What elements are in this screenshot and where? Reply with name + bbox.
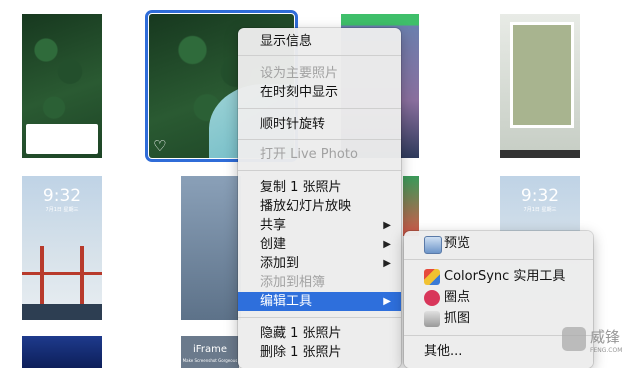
photo-thumbnail[interactable]	[22, 336, 102, 368]
submenu-arrow-icon: ▶	[383, 296, 391, 307]
submenu-arrow-icon: ▶	[383, 220, 391, 231]
submenu-item-preview[interactable]: 预览	[404, 234, 593, 254]
skitch-icon	[424, 290, 440, 306]
menu-item-set-key-photo: 设为主要照片	[260, 66, 339, 81]
menu-separator	[238, 108, 401, 109]
watermark-logo: 威锋 FENG.COM	[562, 324, 634, 364]
submenu-arrow-icon: ▶	[383, 239, 391, 250]
submenu-item-colorsync[interactable]: ColorSync 实用工具	[404, 267, 593, 287]
submenu-item-skitch[interactable]: 圈点	[404, 288, 593, 308]
lock-screen-date: 7月1日 星期三	[523, 207, 557, 213]
watermark-icon	[562, 327, 586, 351]
heart-icon[interactable]: ♡	[153, 137, 166, 155]
watermark-name: 威锋	[590, 328, 621, 346]
menu-item-show-info[interactable]: 显示信息	[238, 32, 401, 51]
preview-icon	[424, 236, 442, 254]
menu-item-show-in-moments[interactable]: 在时刻中显示	[238, 83, 401, 102]
context-menu: 显示信息 设为主要照片 在时刻中显示 顺时针旋转 打开 Live Photo 复…	[238, 28, 401, 368]
menu-item-edit-with[interactable]: 编辑工具 ▶	[238, 292, 401, 311]
menu-separator	[238, 139, 401, 140]
menu-separator	[404, 259, 593, 260]
photo-thumbnail[interactable]	[22, 14, 102, 158]
menu-separator	[238, 317, 401, 318]
grab-icon	[424, 311, 440, 327]
photo-thumbnail[interactable]: 9:32 7月1日 星期三	[22, 176, 102, 320]
photo-thumbnail[interactable]	[403, 176, 419, 236]
submenu-arrow-icon: ▶	[383, 258, 391, 269]
menu-item-hide-photo[interactable]: 隐藏 1 张照片	[238, 324, 401, 343]
menu-separator	[238, 170, 401, 171]
photo-thumbnail[interactable]: iFrame Make Screenshot Gorgeous	[181, 336, 239, 368]
menu-item-open-live-photo: 打开 Live Photo	[260, 147, 358, 162]
lock-screen-date: 7月1日 星期三	[45, 207, 79, 213]
lock-screen-time: 9:32	[520, 186, 560, 206]
lock-screen-time: 9:32	[42, 186, 82, 206]
menu-item-add-to-album: 添加到相簿	[260, 275, 326, 290]
menu-item-rotate-clockwise[interactable]: 顺时针旋转	[238, 115, 401, 134]
menu-item-duplicate-photo[interactable]: 复制 1 张照片	[238, 178, 401, 197]
photo-thumbnail[interactable]	[500, 14, 580, 158]
menu-item-share[interactable]: 共享 ▶	[238, 216, 401, 235]
photo-thumbnail[interactable]	[181, 176, 241, 320]
iframe-title: iFrame	[193, 344, 227, 355]
menu-item-delete-photo[interactable]: 删除 1 张照片	[238, 343, 401, 362]
iframe-subtitle: Make Screenshot Gorgeous	[182, 358, 238, 363]
menu-item-create[interactable]: 创建 ▶	[238, 235, 401, 254]
menu-item-play-slideshow[interactable]: 播放幻灯片放映	[238, 197, 401, 216]
menu-separator	[238, 55, 401, 56]
menu-item-add-to[interactable]: 添加到 ▶	[238, 254, 401, 273]
colorsync-icon	[424, 269, 440, 285]
watermark-domain: FENG.COM	[590, 347, 623, 354]
